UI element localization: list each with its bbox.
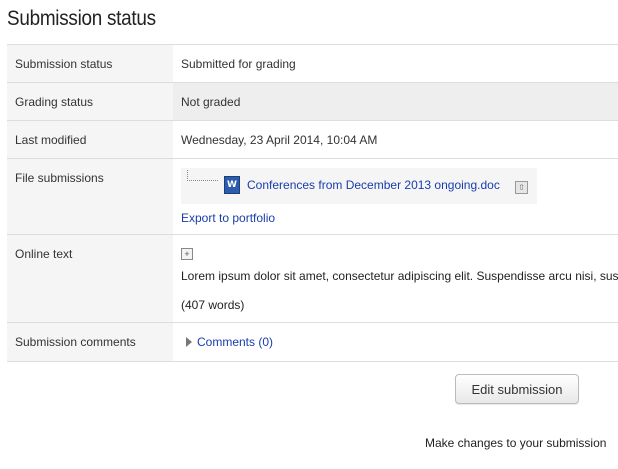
edit-submission-help-text: Make changes to your submission xyxy=(425,436,607,450)
file-link[interactable]: Conferences from December 2013 ongoing.d… xyxy=(247,178,500,192)
table-row-submission-comments: Submission comments Comments (0) xyxy=(7,323,618,362)
expand-icon[interactable]: + xyxy=(181,248,193,260)
tree-connector xyxy=(187,170,218,181)
edit-submission-button[interactable]: Edit submission xyxy=(455,374,579,404)
row-value-grading-status: Not graded xyxy=(173,83,618,120)
row-label-file-submissions: File submissions xyxy=(7,159,173,234)
table-row-submission-status: Submission status Submitted for grading xyxy=(7,45,618,83)
word-document-icon: W xyxy=(224,176,240,194)
portfolio-export-icon[interactable]: ⇧ xyxy=(515,181,528,194)
word-count: (407 words) xyxy=(181,298,245,312)
page-title: Submission status xyxy=(7,7,156,30)
file-tree: W Conferences from December 2013 ongoing… xyxy=(181,168,537,204)
table-row-file-submissions: File submissions W Conferences from Dece… xyxy=(7,159,618,235)
row-value-online-text: + Lorem ipsum dolor sit amet, consectetu… xyxy=(173,235,618,322)
table-row-online-text: Online text + Lorem ipsum dolor sit amet… xyxy=(7,235,618,323)
row-value-submission-comments: Comments (0) xyxy=(173,323,618,361)
comments-link[interactable]: Comments (0) xyxy=(197,335,273,349)
comments-toggle[interactable]: Comments (0) xyxy=(181,335,618,349)
row-value-file-submissions: W Conferences from December 2013 ongoing… xyxy=(173,159,618,234)
row-label-grading-status: Grading status xyxy=(7,83,173,120)
online-text-preview: Lorem ipsum dolor sit amet, consectetur … xyxy=(181,269,618,283)
row-label-submission-comments: Submission comments xyxy=(7,323,173,361)
row-value-submission-status: Submitted for grading xyxy=(181,57,296,71)
submission-status-table: Submission status Submitted for grading … xyxy=(7,44,618,362)
row-value-last-modified: Wednesday, 23 April 2014, 10:04 AM xyxy=(181,133,378,147)
table-row-grading-status: Grading status Not graded xyxy=(7,83,618,121)
collapsed-triangle-icon[interactable] xyxy=(186,337,192,347)
table-row-last-modified: Last modified Wednesday, 23 April 2014, … xyxy=(7,121,618,159)
row-label-last-modified: Last modified xyxy=(7,121,173,158)
row-label-submission-status: Submission status xyxy=(7,45,173,82)
export-to-portfolio-link[interactable]: Export to portfolio xyxy=(181,211,618,225)
row-label-online-text: Online text xyxy=(7,235,173,322)
